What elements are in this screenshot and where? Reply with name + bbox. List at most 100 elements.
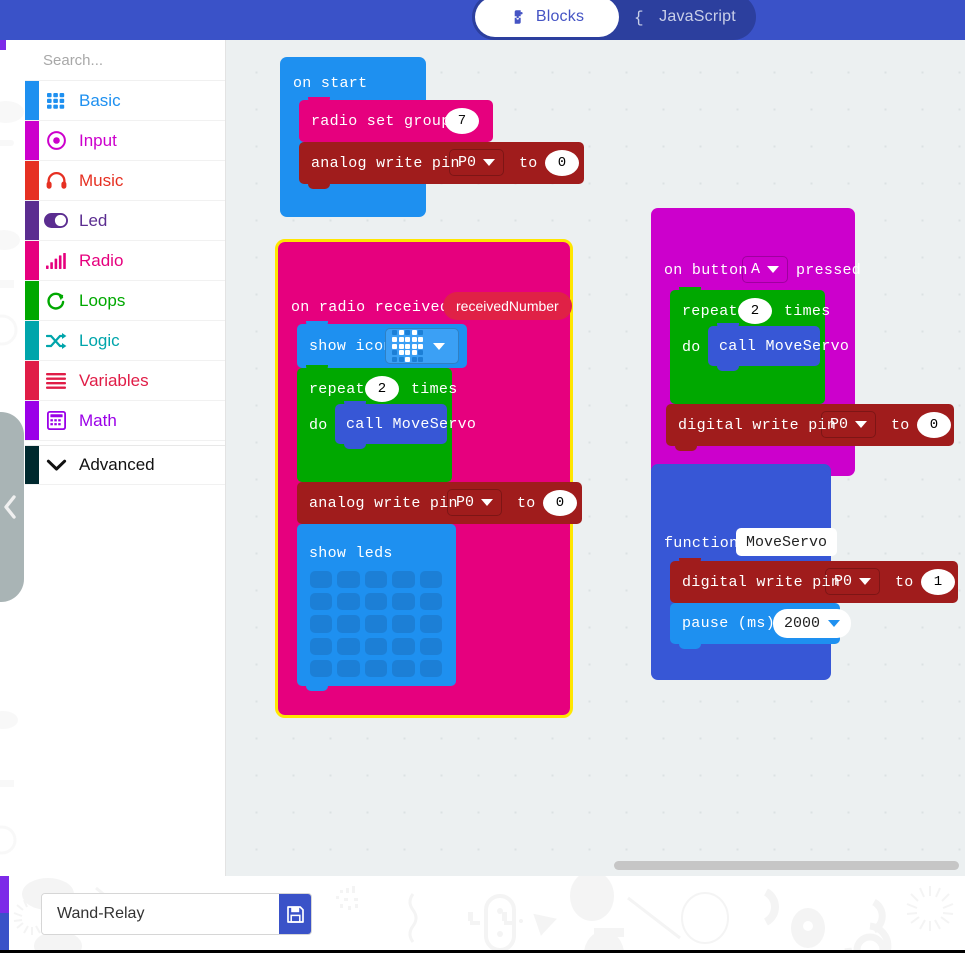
led-matrix-editor[interactable] — [310, 571, 442, 677]
digital-write-pin-label: digital write pin — [682, 574, 841, 591]
block-call-moveservo[interactable]: call MoveServo — [335, 401, 476, 449]
block-repeat-times[interactable]: repeat 2 times do call MoveServo — [297, 365, 476, 487]
analog-write-value[interactable]: 0 — [545, 150, 579, 176]
led-cell[interactable] — [392, 659, 415, 677]
tab-javascript[interactable]: { } JavaScript — [619, 0, 751, 37]
pin-dropdown[interactable]: P0 — [447, 489, 503, 516]
toolbox-category-label: Input — [79, 130, 117, 150]
digital-write-to-label: to — [895, 574, 914, 591]
search-input[interactable] — [41, 50, 244, 70]
pin-dropdown[interactable]: P0 — [449, 149, 505, 176]
bottom-accent-blue — [0, 913, 9, 950]
led-cell[interactable] — [419, 615, 442, 633]
block-call-moveservo-2[interactable]: call MoveServo — [708, 323, 849, 371]
block-on-start[interactable]: on start radio set group 7 analog write … — [280, 57, 584, 217]
tab-blocks[interactable]: Blocks — [475, 0, 619, 37]
pin-dropdown[interactable]: P0 — [825, 568, 881, 595]
block-digital-write-pin-2[interactable]: digital write pin P0 to 1 — [670, 558, 958, 608]
led-cell[interactable] — [419, 637, 442, 655]
led-cell[interactable] — [310, 659, 333, 677]
repeat-count-value[interactable]: 2 — [365, 376, 399, 402]
category-color-stripe — [25, 401, 39, 440]
horizontal-scrollbar[interactable] — [614, 861, 959, 870]
toolbox-category-label: Loops — [79, 290, 126, 310]
repeat-label: repeat — [682, 303, 738, 320]
block-analog-write-pin[interactable]: analog write pin P0 to 0 — [299, 142, 584, 189]
collapse-simulator-button[interactable] — [0, 412, 24, 602]
led-cell[interactable] — [310, 571, 333, 589]
block-show-leds[interactable]: show leds — [297, 524, 456, 691]
save-button[interactable] — [279, 894, 311, 934]
led-cell[interactable] — [337, 615, 360, 633]
save-icon — [286, 905, 304, 923]
block-radio-set-group[interactable]: radio set group 7 — [299, 97, 493, 147]
toolbox-category-label: Logic — [79, 330, 120, 350]
analog-write-value[interactable]: 0 — [543, 490, 577, 516]
block-digital-write-pin[interactable]: digital write pin P0 to 0 — [666, 404, 954, 451]
led-cell[interactable] — [337, 571, 360, 589]
toolbox-category-loops[interactable]: Loops — [25, 281, 225, 321]
toolbox-category-logic[interactable]: Logic — [25, 321, 225, 361]
led-cell[interactable] — [364, 615, 388, 633]
digital-write-value[interactable]: 1 — [921, 569, 955, 595]
pause-duration-dropdown[interactable]: 2000 — [773, 609, 852, 638]
times-label: times — [411, 381, 458, 398]
led-cell[interactable] — [310, 637, 333, 655]
led-cell[interactable] — [337, 659, 360, 677]
block-on-button-pressed[interactable]: on button A pressed repeat 2 times do ca… — [651, 208, 954, 476]
repeat-label: repeat — [309, 381, 365, 398]
pin-dropdown-value: P0 — [456, 494, 475, 511]
led-cell[interactable] — [419, 571, 442, 589]
pin-dropdown[interactable]: P0 — [821, 411, 877, 438]
received-number-variable[interactable]: receivedNumber — [443, 292, 572, 320]
chevron-down-icon — [433, 342, 446, 350]
led-cell[interactable] — [392, 637, 415, 655]
grid-icon — [43, 89, 69, 113]
toolbox-category-input[interactable]: Input — [25, 121, 225, 161]
digital-write-pin-label: digital write pin — [678, 417, 837, 434]
led-cell[interactable] — [419, 593, 442, 611]
led-cell[interactable] — [392, 571, 415, 589]
on-button-pressed-label-before: on button — [664, 262, 748, 279]
led-cell[interactable] — [337, 593, 360, 611]
led-cell[interactable] — [337, 637, 360, 655]
headphones-icon — [43, 169, 69, 193]
toolbox-category-led[interactable]: Led — [25, 201, 225, 241]
function-name-field[interactable]: MoveServo — [736, 528, 838, 556]
block-function-definition[interactable]: function MoveServo digital write pin P0 … — [651, 464, 958, 680]
toolbox-category-math[interactable]: Math — [25, 401, 225, 441]
chevron-down-icon — [767, 266, 780, 273]
chevron-down-icon — [828, 620, 841, 627]
toolbox-category-music[interactable]: Music — [25, 161, 225, 201]
block-repeat-times-2[interactable]: repeat 2 times do call MoveServo — [670, 287, 849, 409]
chevron-left-icon — [4, 495, 16, 519]
led-cell[interactable] — [392, 615, 415, 633]
chevron-down-icon — [859, 578, 872, 585]
blocks-workspace[interactable]: on start radio set group 7 analog write … — [226, 40, 965, 876]
radio-group-value[interactable]: 7 — [445, 108, 479, 134]
block-analog-write-pin-2[interactable]: analog write pin P0 to 0 — [297, 482, 582, 529]
led-cell[interactable] — [419, 659, 442, 677]
led-cell[interactable] — [364, 571, 388, 589]
digital-write-value[interactable]: 0 — [917, 412, 951, 438]
block-pause-ms[interactable]: pause (ms) 2000 — [670, 603, 852, 649]
led-cell[interactable] — [310, 615, 333, 633]
repeat-count-value[interactable]: 2 — [738, 298, 772, 324]
call-moveservo-label: call MoveServo — [719, 338, 850, 355]
toolbox-category-basic[interactable]: Basic — [25, 81, 225, 121]
block-show-icon[interactable]: show icon — [297, 321, 467, 373]
toolbox-category-advanced[interactable]: Advanced — [25, 445, 225, 485]
project-name-input[interactable] — [42, 894, 279, 934]
button-dropdown[interactable]: A — [742, 256, 789, 283]
toolbox-category-variables[interactable]: Variables — [25, 361, 225, 401]
led-cell[interactable] — [392, 593, 415, 611]
led-cell[interactable] — [364, 659, 388, 677]
chevron-down-icon — [481, 499, 494, 506]
led-cell[interactable] — [364, 637, 388, 655]
toolbox-category-radio[interactable]: Radio — [25, 241, 225, 281]
led-cell[interactable] — [310, 593, 333, 611]
icon-picker-dropdown[interactable] — [385, 328, 459, 364]
led-cell[interactable] — [364, 593, 388, 611]
toolbox-category-label: Variables — [79, 370, 149, 390]
block-on-radio-received[interactable]: on radio received receivedNumber show ic… — [275, 239, 582, 718]
